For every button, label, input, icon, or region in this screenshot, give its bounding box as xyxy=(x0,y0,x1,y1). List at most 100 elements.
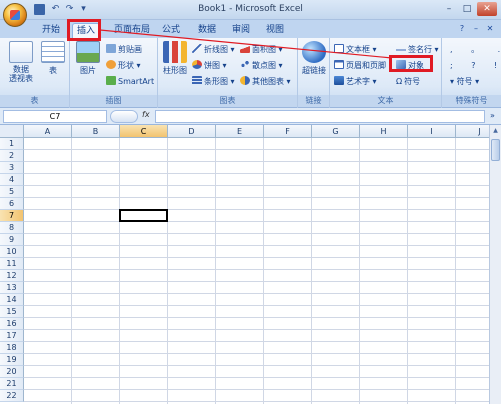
smartart-icon xyxy=(106,76,116,85)
group-tables: 数据 透视表 表 表 xyxy=(0,38,70,108)
row-header-2[interactable]: 2 xyxy=(0,150,24,162)
row-header-6[interactable]: 6 xyxy=(0,198,24,210)
ribbon-minimize-icon[interactable]: – xyxy=(470,23,482,35)
pivot-table-label: 数据 透视表 xyxy=(9,65,33,83)
ribbon-close-icon[interactable]: ✕ xyxy=(484,23,496,35)
pivot-table-button[interactable]: 数据 透视表 xyxy=(4,41,38,83)
row-header-21[interactable]: 21 xyxy=(0,378,24,390)
grid-row-line xyxy=(24,317,489,318)
pivot-table-icon xyxy=(9,41,33,63)
row-header-19[interactable]: 19 xyxy=(0,354,24,366)
scroll-thumb[interactable] xyxy=(491,139,500,161)
column-header-e[interactable]: E xyxy=(216,125,264,138)
grid-row-line xyxy=(24,401,489,402)
row-header-8[interactable]: 8 xyxy=(0,222,24,234)
pie-chart-label: 饼图 xyxy=(204,61,220,70)
group-special-symbols: , 。 . ; ? ! ▾ 符号 ▾ 特殊符号 xyxy=(442,38,501,108)
grid-row-line xyxy=(24,149,489,150)
grid-row-line xyxy=(24,281,489,282)
grid-row-line xyxy=(24,209,489,210)
row-header-17[interactable]: 17 xyxy=(0,330,24,342)
symbol-label: 符号 xyxy=(404,77,421,86)
column-header-a[interactable]: A xyxy=(24,125,72,138)
formula-bar-expand-icon[interactable]: » xyxy=(487,110,498,123)
grid-row-line xyxy=(24,161,489,162)
smartart-button[interactable]: SmartArt xyxy=(106,75,154,88)
row-header-12[interactable]: 12 xyxy=(0,270,24,282)
grid-row-line xyxy=(24,185,489,186)
column-header-b[interactable]: B xyxy=(72,125,120,138)
row-header-14[interactable]: 14 xyxy=(0,294,24,306)
scroll-up-icon[interactable]: ▲ xyxy=(490,125,501,137)
wordart-button[interactable]: 艺术字 ▾ xyxy=(334,75,377,88)
wordart-label: 艺术字 xyxy=(346,77,370,86)
insert-function-button[interactable]: fx xyxy=(142,110,150,119)
office-logo-icon xyxy=(10,10,20,20)
smartart-label: SmartArt xyxy=(118,77,155,86)
tab-home[interactable]: 开始 xyxy=(38,23,64,38)
grid-row-line xyxy=(24,377,489,378)
row-header-1[interactable]: 1 xyxy=(0,138,24,150)
row-header-7[interactable]: 7 xyxy=(0,210,24,222)
hyperlink-label: 超链接 xyxy=(302,66,326,75)
shapes-label: 形状 xyxy=(118,61,134,70)
grid-row-line xyxy=(24,305,489,306)
formula-input[interactable] xyxy=(155,110,485,123)
formula-controls[interactable] xyxy=(110,110,138,123)
name-box[interactable]: C7 xyxy=(3,110,107,123)
scatter-chart-label: 散点图 xyxy=(252,61,276,70)
row-header-10[interactable]: 10 xyxy=(0,246,24,258)
picture-icon xyxy=(76,41,100,63)
grid-row-line xyxy=(24,293,489,294)
help-icon[interactable]: ? xyxy=(456,23,468,35)
row-header-4[interactable]: 4 xyxy=(0,174,24,186)
row-header-22[interactable]: 22 xyxy=(0,390,24,402)
row-header-5[interactable]: 5 xyxy=(0,186,24,198)
table-button[interactable]: 表 xyxy=(40,41,66,76)
column-header-g[interactable]: G xyxy=(312,125,360,138)
row-header-11[interactable]: 11 xyxy=(0,258,24,270)
bar-chart-button[interactable]: 条形图 ▾ xyxy=(192,75,235,88)
vertical-scrollbar[interactable]: ▲ xyxy=(489,125,501,404)
column-chart-label: 柱形图 xyxy=(163,66,187,75)
other-charts-icon xyxy=(240,76,250,85)
close-button[interactable]: ✕ xyxy=(477,2,497,16)
grid-row-line xyxy=(24,233,489,234)
row-header-16[interactable]: 16 xyxy=(0,318,24,330)
row-header-9[interactable]: 9 xyxy=(0,234,24,246)
grid-row-line xyxy=(24,173,489,174)
column-header-d[interactable]: D xyxy=(168,125,216,138)
punctuation-row-1[interactable]: , 。 . xyxy=(450,43,501,56)
select-all-corner[interactable] xyxy=(0,125,24,138)
punctuation-row-2[interactable]: ; ? ! xyxy=(450,59,501,72)
signature-label: 签名行 xyxy=(408,45,432,54)
worksheet-grid[interactable]: ABCDEFGHIJ 1 2 3 4 5 6 7 8 9 10 11 12 13 14 15 16 17 18 19… xyxy=(0,125,501,404)
column-header-f[interactable]: F xyxy=(264,125,312,138)
column-header-i[interactable]: I xyxy=(408,125,456,138)
symbol-button[interactable]: Ω 符号 xyxy=(396,75,420,88)
special-symbol-button[interactable]: ▾ 符号 ▾ xyxy=(450,75,479,88)
group-label-text: 文本 xyxy=(330,95,441,107)
minimize-button[interactable]: – xyxy=(441,2,457,16)
office-button[interactable] xyxy=(3,3,27,27)
grid-row-line xyxy=(24,329,489,330)
maximize-button[interactable]: □ xyxy=(459,2,475,16)
column-header-c[interactable]: C xyxy=(120,125,168,138)
bar-chart-label: 条形图 xyxy=(204,77,228,86)
grid-row-line xyxy=(24,197,489,198)
grid-row-line xyxy=(24,257,489,258)
grid-row-line xyxy=(24,365,489,366)
active-cell[interactable] xyxy=(119,209,168,222)
picture-label: 图片 xyxy=(80,66,96,75)
row-header-18[interactable]: 18 xyxy=(0,342,24,354)
group-label-links: 链接 xyxy=(298,95,329,107)
formula-bar: C7 fx » xyxy=(0,108,501,125)
row-header-13[interactable]: 13 xyxy=(0,282,24,294)
row-header-15[interactable]: 15 xyxy=(0,306,24,318)
row-header-3[interactable]: 3 xyxy=(0,162,24,174)
annotation-arrow-line xyxy=(100,29,393,59)
row-header-20[interactable]: 20 xyxy=(0,366,24,378)
column-header-h[interactable]: H xyxy=(360,125,408,138)
other-charts-button[interactable]: 其他图表 ▾ xyxy=(240,75,291,88)
picture-button[interactable]: 图片 xyxy=(74,41,102,76)
